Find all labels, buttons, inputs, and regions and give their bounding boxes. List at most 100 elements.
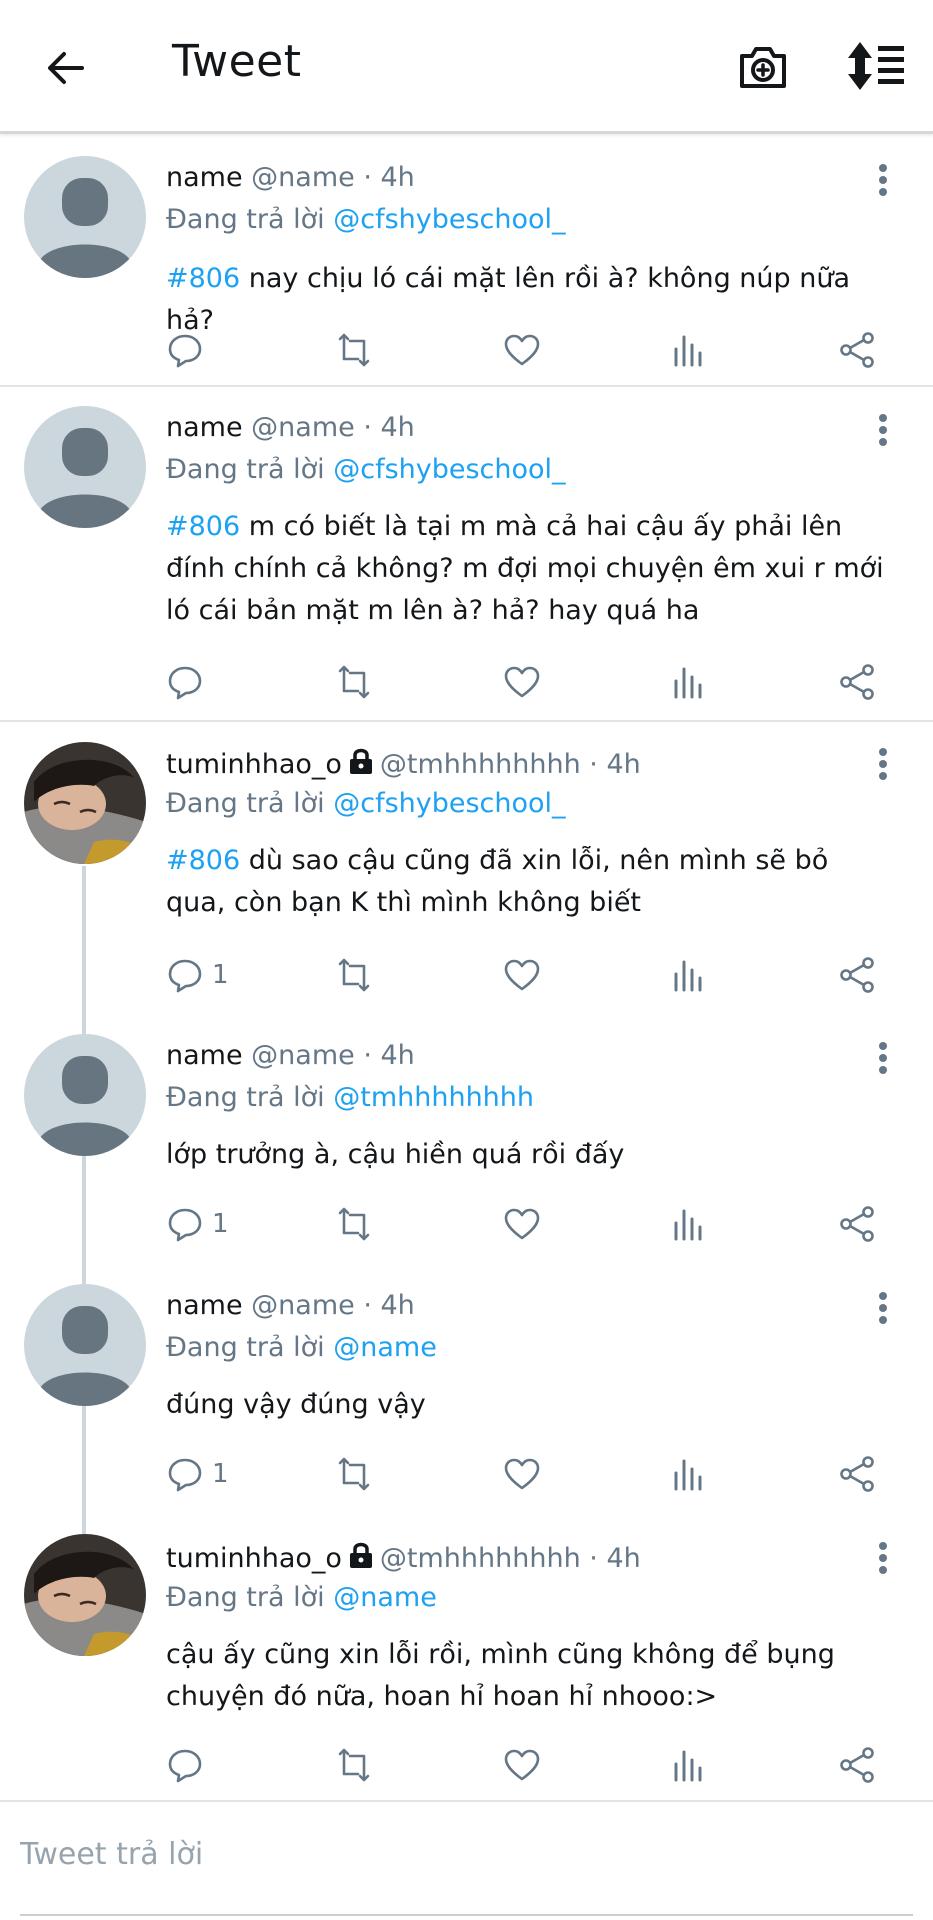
hashtag-link[interactable]: #806 (166, 263, 240, 294)
camera-plus-icon[interactable] (736, 40, 790, 94)
tweet-actions (0, 1740, 933, 1790)
default-avatar-icon (24, 1284, 146, 1406)
replying-to: Đang trả lời @name (166, 1582, 437, 1613)
avatar[interactable] (24, 742, 146, 864)
like-button[interactable] (503, 950, 541, 1000)
avatar[interactable] (24, 156, 146, 278)
more-vert-icon[interactable] (868, 412, 898, 452)
more-vert-icon[interactable] (868, 1540, 898, 1580)
share-icon (840, 664, 874, 700)
analytics-button[interactable] (672, 1740, 706, 1790)
display-name[interactable]: name (166, 162, 243, 193)
retweet-button[interactable] (334, 657, 374, 707)
tweet-author: name @name · 4h (166, 162, 415, 193)
bar-chart-icon (674, 960, 702, 992)
like-button[interactable] (503, 1449, 541, 1499)
avatar[interactable] (24, 1284, 146, 1406)
tweet-actions (0, 657, 933, 707)
tweet-text: #806 dù sao cậu cũng đã xin lỗi, nên mìn… (166, 845, 829, 918)
replying-to: Đang trả lời @cfshybeschool_ (166, 788, 566, 819)
retweet-icon (338, 333, 370, 367)
more-vert-icon[interactable] (868, 1040, 898, 1080)
tweet-text: cậu ấy cũng xin lỗi rồi, mình cũng không… (166, 1639, 835, 1712)
share-icon (840, 1456, 874, 1492)
heart-icon (504, 334, 540, 366)
arrow-left-icon[interactable] (42, 44, 90, 92)
display-name[interactable]: name (166, 1040, 243, 1071)
default-avatar-icon (24, 406, 146, 528)
reply-composer (0, 1800, 933, 1920)
mention-link[interactable]: @cfshybeschool_ (333, 788, 565, 819)
like-button[interactable] (503, 1199, 541, 1249)
handle-time: @tmhhhhhhhh · 4h (379, 1543, 641, 1574)
reply-icon (168, 959, 202, 993)
profile-photo (24, 742, 146, 864)
reply-icon (168, 1458, 202, 1492)
mention-link[interactable]: @cfshybeschool_ (333, 204, 565, 235)
reply-button[interactable] (166, 657, 212, 707)
display-name[interactable]: name (166, 1290, 243, 1321)
reply-count: 1 (212, 1209, 229, 1239)
share-button[interactable] (838, 325, 878, 375)
retweet-button[interactable] (334, 1449, 374, 1499)
tweet[interactable]: name @name · 4h Đang trả lời @cfshybesch… (0, 388, 933, 720)
mention-link[interactable]: @name (333, 1332, 437, 1363)
share-button[interactable] (838, 1199, 878, 1249)
share-button[interactable] (838, 1740, 878, 1790)
tweet-author: tuminhhao_o @tmhhhhhhhh · 4h (166, 746, 641, 780)
analytics-button[interactable] (672, 1449, 706, 1499)
mention-link[interactable]: @tmhhhhhhhh (333, 1082, 534, 1113)
tweet[interactable]: name @name · 4h Đang trả lời @tmhhhhhhhh… (0, 1034, 933, 1284)
like-button[interactable] (503, 1740, 541, 1790)
tweet-author: name @name · 4h (166, 1290, 415, 1321)
replying-to: Đang trả lời @name (166, 1332, 437, 1363)
tweet[interactable]: tuminhhao_o @tmhhhhhhhh · 4h Đang trả lời… (0, 724, 933, 1024)
heart-icon (504, 1458, 540, 1490)
share-icon (840, 1747, 874, 1783)
more-vert-icon[interactable] (868, 746, 898, 786)
tweet[interactable]: name @name · 4h Đang trả lời @name đúng … (0, 1284, 933, 1534)
reply-button[interactable]: 1 (166, 1199, 229, 1249)
like-button[interactable] (503, 657, 541, 707)
retweet-button[interactable] (334, 325, 374, 375)
retweet-button[interactable] (334, 950, 374, 1000)
retweet-button[interactable] (334, 1199, 374, 1249)
display-name[interactable]: tuminhhao_o (166, 749, 342, 780)
share-button[interactable] (838, 657, 878, 707)
bar-chart-icon (674, 1209, 702, 1241)
like-button[interactable] (503, 325, 541, 375)
share-button[interactable] (838, 950, 878, 1000)
hashtag-link[interactable]: #806 (166, 511, 240, 542)
bar-chart-icon (674, 1750, 702, 1782)
analytics-button[interactable] (672, 325, 706, 375)
analytics-button[interactable] (672, 1199, 706, 1249)
display-name[interactable]: name (166, 412, 243, 443)
reply-button[interactable] (166, 1740, 212, 1790)
avatar[interactable] (24, 1034, 146, 1156)
more-vert-icon[interactable] (868, 1290, 898, 1330)
more-vert-icon[interactable] (868, 162, 898, 202)
tweet-author: name @name · 4h (166, 412, 415, 443)
avatar[interactable] (24, 1534, 146, 1656)
reply-button[interactable]: 1 (166, 1449, 229, 1499)
sort-icon[interactable] (846, 40, 906, 92)
hashtag-link[interactable]: #806 (166, 845, 240, 876)
reply-button[interactable] (166, 325, 212, 375)
retweet-button[interactable] (334, 1740, 374, 1790)
share-icon (840, 957, 874, 993)
analytics-button[interactable] (672, 657, 706, 707)
tweet-actions: 1 (0, 950, 933, 1000)
profile-photo (24, 1534, 146, 1656)
top-app-bar: Tweet (0, 0, 933, 134)
tweet[interactable]: tuminhhao_o @tmhhhhhhhh · 4h Đang trả lời… (0, 1534, 933, 1798)
mention-link[interactable]: @cfshybeschool_ (333, 454, 565, 485)
mention-link[interactable]: @name (333, 1582, 437, 1613)
avatar[interactable] (24, 406, 146, 528)
share-button[interactable] (838, 1449, 878, 1499)
reply-input[interactable] (20, 1824, 910, 1884)
tweet-actions: 1 (0, 1449, 933, 1499)
display-name[interactable]: tuminhhao_o (166, 1543, 342, 1574)
tweet[interactable]: name @name · 4h Đang trả lời @cfshybesch… (0, 140, 933, 384)
analytics-button[interactable] (672, 950, 706, 1000)
reply-button[interactable]: 1 (166, 950, 229, 1000)
